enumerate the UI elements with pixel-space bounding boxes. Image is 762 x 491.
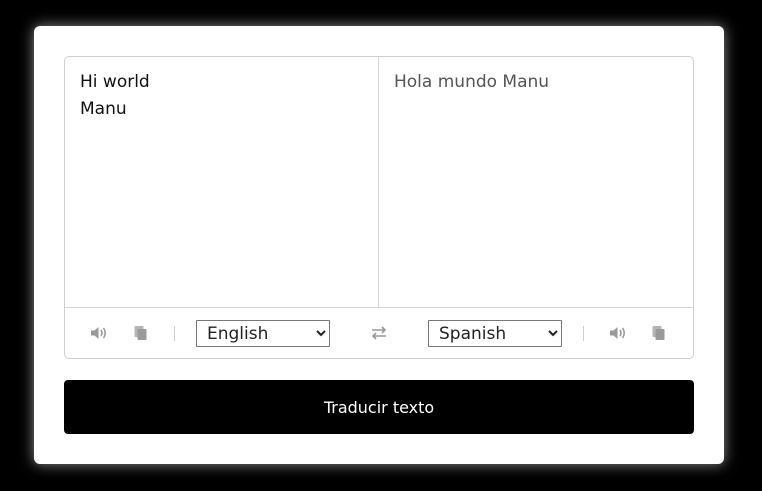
to-text-output[interactable]: Hola mundo Manu (379, 57, 693, 307)
from-text-input[interactable]: Hi world Manu (65, 57, 379, 307)
to-language-select[interactable]: Spanish (428, 320, 562, 347)
translate-button[interactable]: Traducir texto (64, 380, 694, 434)
from-language-select[interactable]: English (196, 320, 330, 347)
controls-bar: English Spanish (65, 308, 693, 358)
right-divider (583, 326, 584, 341)
from-copy-icon[interactable] (132, 325, 150, 341)
to-copy-icon[interactable] (650, 325, 668, 341)
translator-card: Hi world Manu Hola mundo Manu English Sp… (34, 26, 724, 464)
to-volume-icon[interactable] (609, 325, 627, 341)
from-volume-icon[interactable] (90, 325, 108, 341)
text-panes: Hi world Manu Hola mundo Manu (65, 57, 693, 308)
translation-box: Hi world Manu Hola mundo Manu English Sp… (64, 56, 694, 359)
left-divider (174, 326, 175, 341)
exchange-icon[interactable] (370, 325, 388, 341)
